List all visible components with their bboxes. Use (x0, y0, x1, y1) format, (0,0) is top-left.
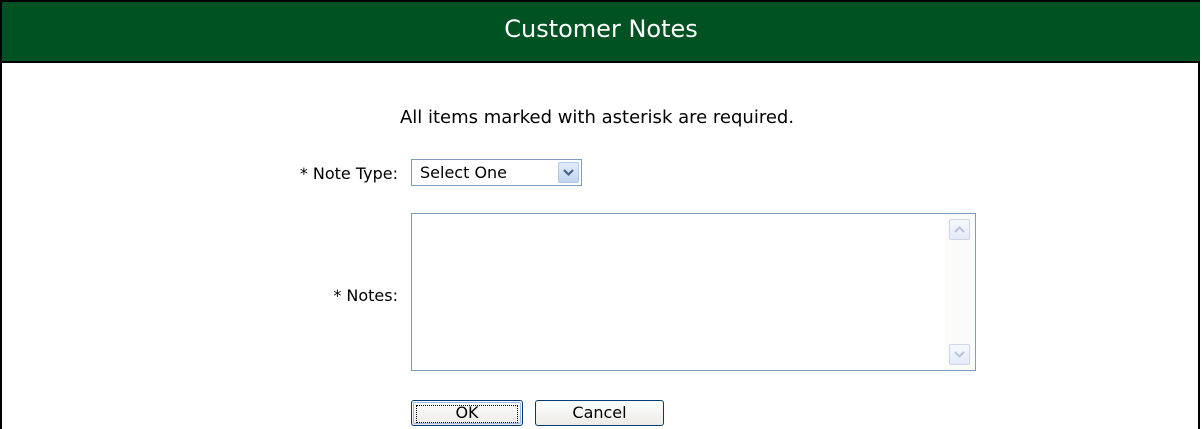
dialog-title: Customer Notes (504, 15, 698, 43)
cancel-button-label: Cancel (572, 403, 627, 422)
title-bar: Customer Notes (2, 0, 1200, 63)
note-type-selected-value: Select One (420, 163, 508, 182)
note-type-dropdown-button[interactable] (558, 162, 579, 183)
notes-label: * Notes: (333, 286, 398, 305)
customer-notes-dialog: Customer Notes All items marked with ast… (0, 0, 1200, 429)
ok-button-label: OK (455, 403, 479, 422)
note-type-select[interactable]: Select One (411, 159, 582, 186)
required-fields-note: All items marked with asterisk are requi… (399, 107, 795, 128)
cancel-button[interactable]: Cancel (535, 400, 664, 426)
ok-button[interactable]: OK (411, 400, 523, 426)
note-type-label: * Note Type: (299, 164, 398, 183)
notes-textarea[interactable] (411, 213, 976, 371)
chevron-down-icon (563, 169, 574, 177)
